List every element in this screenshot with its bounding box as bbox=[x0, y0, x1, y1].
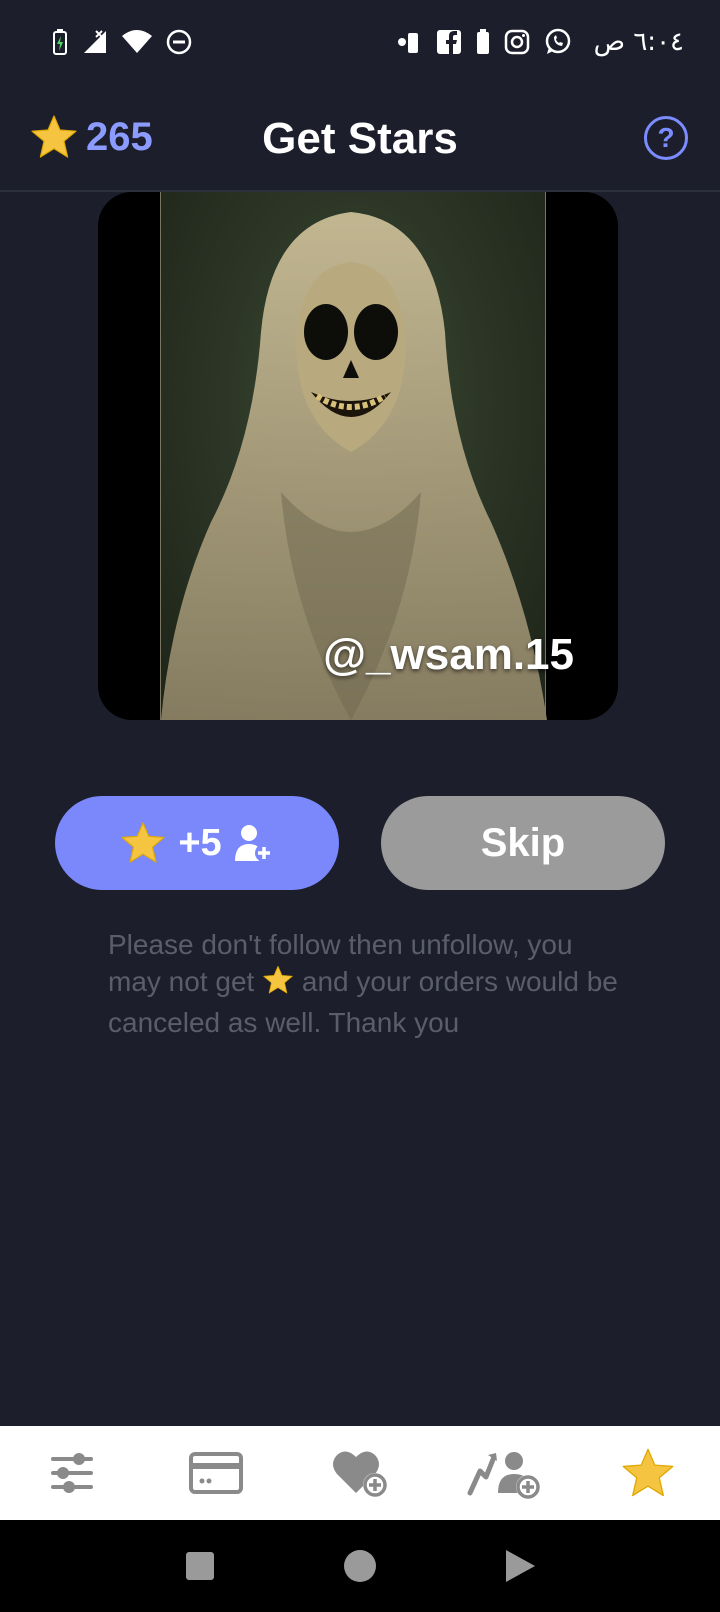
nav-get-likes[interactable] bbox=[315, 1438, 405, 1508]
battery-charging-icon bbox=[52, 29, 68, 55]
follow-reward-label: +5 bbox=[178, 821, 222, 864]
help-icon: ? bbox=[657, 122, 675, 153]
home-button[interactable] bbox=[330, 1536, 390, 1596]
do-not-disturb-icon bbox=[166, 29, 192, 55]
status-right: ٦:٠٤ ص bbox=[396, 27, 684, 57]
page-title: Get Stars bbox=[262, 114, 458, 163]
help-button[interactable]: ? bbox=[644, 116, 688, 160]
bottom-nav bbox=[0, 1426, 720, 1520]
star-icon bbox=[262, 965, 294, 1004]
instagram-icon bbox=[504, 29, 530, 55]
settings-sliders-icon bbox=[51, 1453, 93, 1493]
nav-get-followers[interactable] bbox=[459, 1438, 549, 1508]
notification-dot-icon bbox=[396, 29, 422, 55]
system-nav bbox=[0, 1520, 720, 1612]
back-button[interactable] bbox=[490, 1536, 550, 1596]
facebook-icon bbox=[436, 29, 462, 55]
square-icon bbox=[186, 1552, 214, 1580]
battery-icon bbox=[476, 29, 490, 55]
triangle-back-icon bbox=[506, 1550, 535, 1582]
add-user-icon bbox=[234, 825, 273, 862]
status-left bbox=[52, 29, 192, 55]
follower-growth-icon bbox=[467, 1452, 540, 1499]
star-icon bbox=[121, 822, 165, 863]
nav-settings[interactable] bbox=[27, 1438, 117, 1508]
star-icon bbox=[622, 1448, 674, 1497]
heart-plus-icon bbox=[333, 1451, 387, 1497]
nav-get-stars[interactable] bbox=[603, 1438, 693, 1508]
skip-button[interactable]: Skip bbox=[381, 796, 665, 890]
follow-notice: Please don't follow then unfollow, you m… bbox=[108, 926, 628, 1041]
status-bar: ٦:٠٤ ص bbox=[0, 0, 720, 84]
wifi-icon bbox=[122, 30, 152, 54]
app-header: 265 Get Stars ? bbox=[0, 84, 720, 192]
card-icon bbox=[189, 1452, 243, 1494]
nav-purchase[interactable] bbox=[171, 1438, 261, 1508]
post-username: @_wsam.15 bbox=[323, 630, 574, 679]
recents-button[interactable] bbox=[170, 1536, 230, 1596]
signal-off-icon bbox=[82, 29, 108, 55]
circle-icon bbox=[344, 1550, 376, 1582]
media-card: @_wsam.15 bbox=[98, 192, 618, 720]
follow-reward-button[interactable]: +5 bbox=[55, 796, 339, 890]
whatsapp-icon bbox=[544, 28, 572, 56]
status-time: ٦:٠٤ ص bbox=[593, 27, 684, 57]
